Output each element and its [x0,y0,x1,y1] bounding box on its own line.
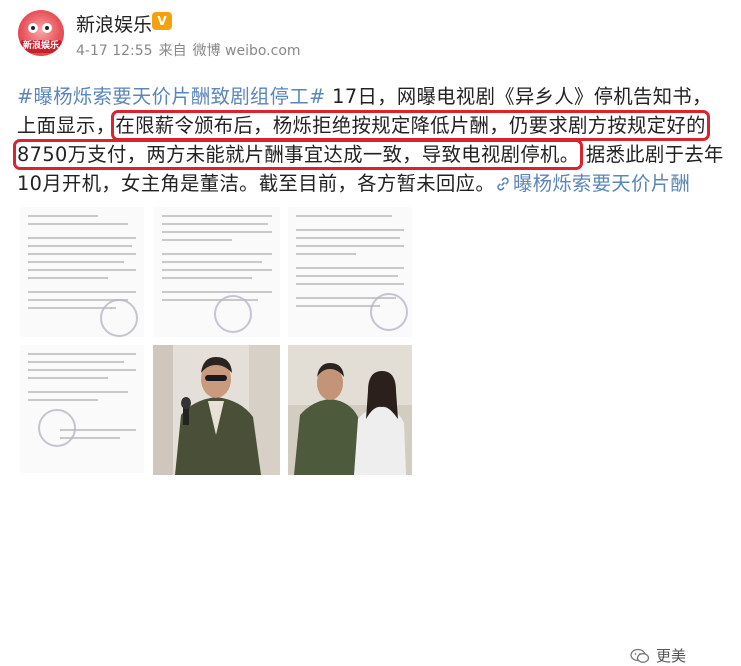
post-text: #曝杨烁索要天价片酬致剧组停工# 17日，网曝电视剧《异乡人》停机告知书，上面显… [12,82,729,198]
post-meta: 4-17 12:55 来自 微博 weibo.com [76,40,307,60]
document-photo-4[interactable] [20,345,144,473]
topic-link[interactable]: 曝杨烁索要天价片酬 [495,172,690,195]
post-date[interactable]: 4-17 12:55 [76,43,153,59]
actor-photo-2[interactable] [288,345,412,475]
photo-grid: 更美 [0,205,741,665]
avatar[interactable]: 新浪娱乐 [18,10,64,56]
stamp-icon [100,299,138,337]
actor-photo-1-image [153,345,280,475]
stamp-icon [38,409,76,447]
document-photo-1[interactable] [20,207,144,337]
actor-photo-2-image [288,345,412,475]
wechat-icon [630,648,650,663]
document-photo-2[interactable] [154,207,280,337]
username[interactable]: 新浪娱乐 [76,10,152,37]
verified-badge-icon: V [152,12,172,30]
highlighted-text-2: 8750万支付，两方未能就片酬事宜达成一致，导致电视剧停机。 [12,139,584,170]
watermark: 更美 [630,645,686,666]
watermark-text: 更美 [656,647,687,665]
source-prefix: 来自 [158,43,187,59]
hashtag-link[interactable]: #曝杨烁索要天价片酬致剧组停工# [17,85,326,108]
topic-link-label: 曝杨烁索要天价片酬 [513,172,691,195]
link-icon [497,177,509,191]
post-header: 新浪娱乐 新浪娱乐 V 4-17 12:55 来自 微博 weibo.com [0,0,741,75]
avatar-eye-right [42,23,52,33]
document-photo-3[interactable] [288,207,412,337]
stamp-icon [214,295,252,333]
avatar-label: 新浪娱乐 [20,40,62,53]
stamp-icon [370,293,408,331]
highlighted-text-1: 在限薪令颁布后，杨烁拒绝按规定降低片酬，仍要求剧方按规定好的 [111,110,710,141]
post-source[interactable]: 微博 weibo.com [193,43,301,59]
actor-photo-1[interactable] [153,345,280,475]
avatar-eye-left [28,23,38,33]
